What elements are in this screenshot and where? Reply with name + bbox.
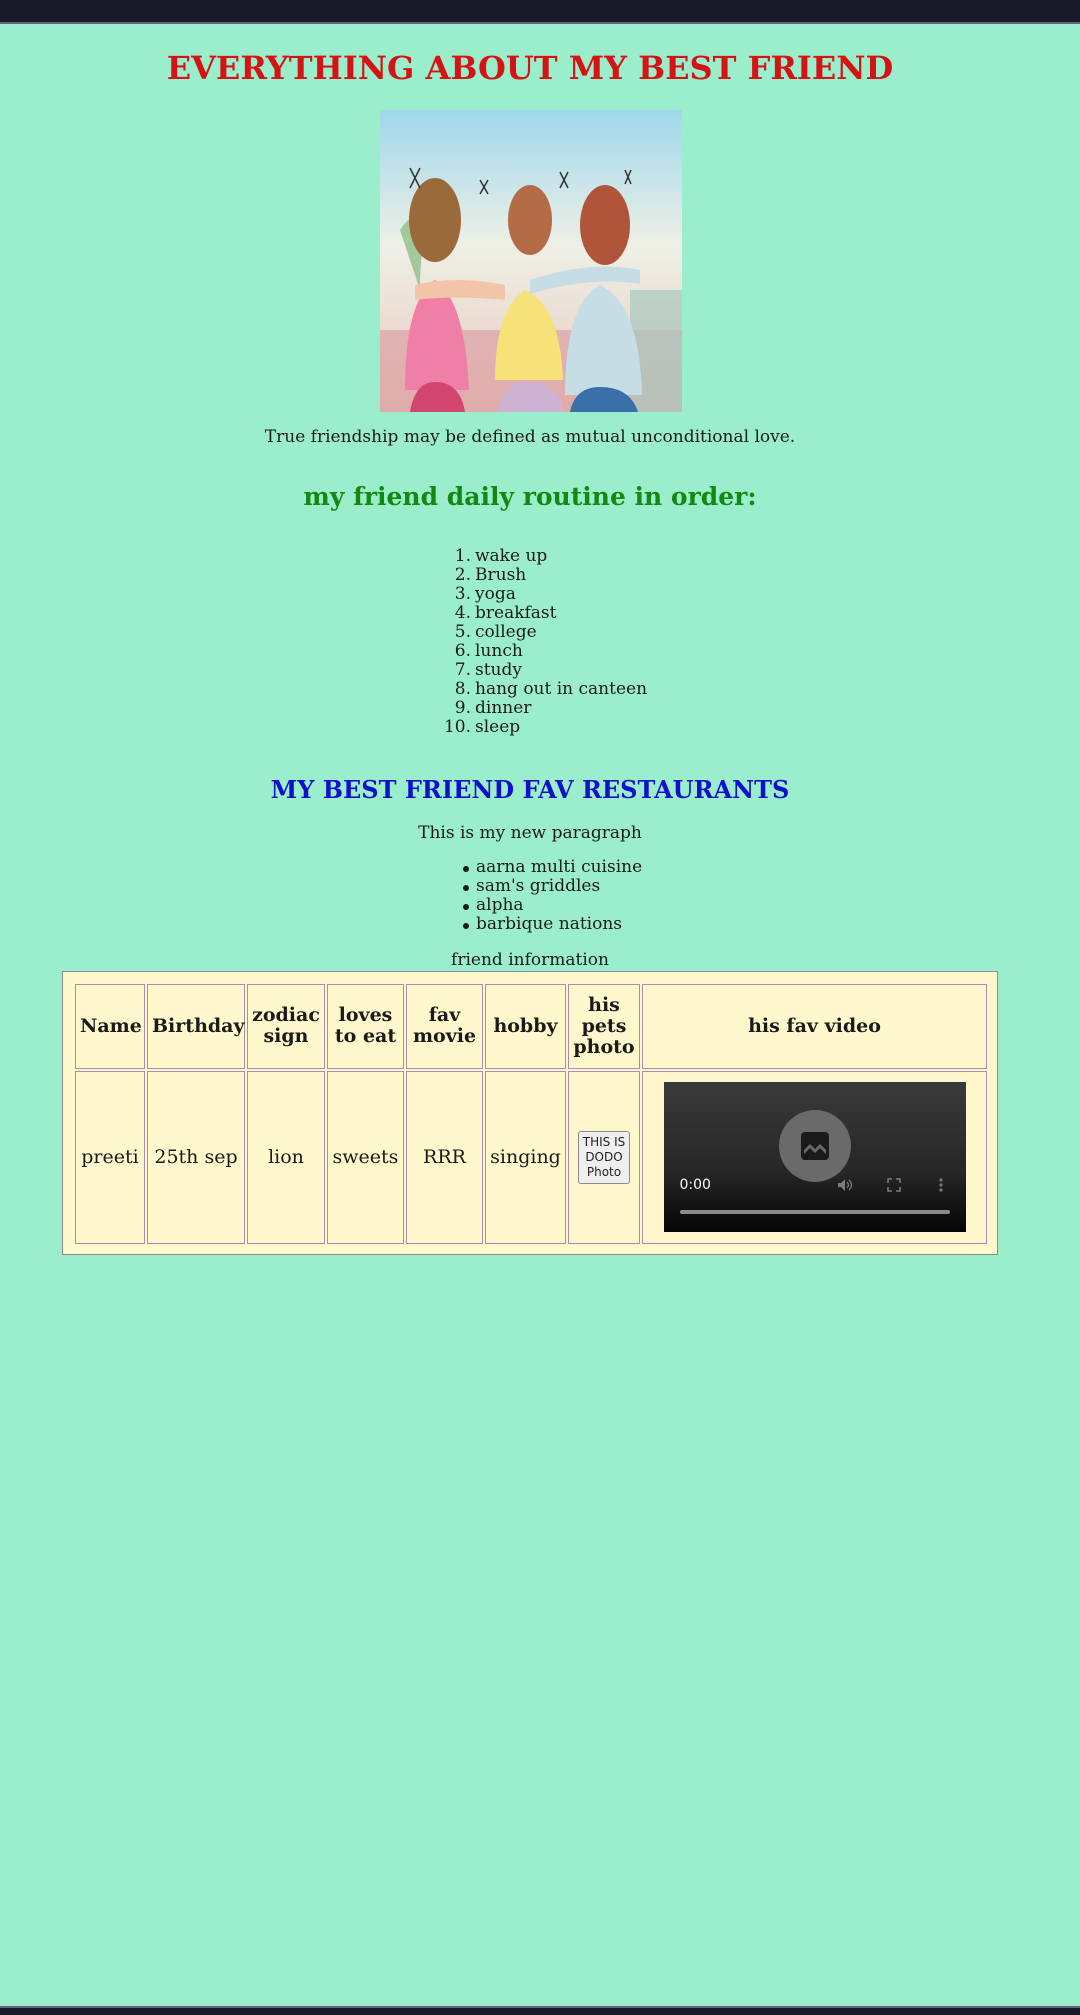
routine-item: 9. dinner — [454, 698, 532, 718]
browser-top-bar — [0, 0, 1080, 24]
restaurant-item: barbique nations — [463, 915, 696, 934]
friends-illustration-image — [380, 110, 682, 412]
restaurant-item: alpha — [463, 896, 696, 915]
cell-hobby: singing — [485, 1070, 566, 1244]
header-fav-movie: fav movie — [406, 984, 483, 1069]
header-pets-photo: his pets photo — [568, 984, 640, 1069]
friendship-caption: True friendship may be defined as mutual… — [264, 427, 796, 447]
routine-heading: my friend daily routine in order: — [303, 482, 757, 511]
restaurants-list: aarna multi cuisine sam's griddles alpha… — [463, 858, 696, 934]
header-fav-video: his fav video — [642, 984, 987, 1069]
browser-bottom-bar — [0, 2006, 1080, 2015]
page-title: EVERYTHING ABOUT MY BEST FRIEND — [166, 49, 894, 87]
routine-item: 3. yoga — [454, 584, 516, 604]
routine-item: 4. breakfast — [454, 603, 557, 623]
friends-illustration-icon — [380, 110, 682, 412]
pet-photo-button[interactable]: THIS IS DODO Photo — [578, 1130, 630, 1184]
cell-birthday: 25th sep — [147, 1070, 245, 1244]
broken-media-icon[interactable] — [778, 1110, 851, 1183]
header-hobby: hobby — [485, 984, 566, 1069]
header-name: Name — [75, 984, 145, 1069]
routine-item: 6. lunch — [454, 641, 523, 661]
video-player[interactable]: 0:00 — [663, 1082, 966, 1233]
header-birthday: Birthday — [147, 984, 245, 1069]
routine-item: 2. Brush — [454, 565, 527, 585]
video-progress-bar[interactable] — [679, 1210, 950, 1215]
table-header-row: Name Birthday zodiac sign loves to eat f… — [75, 984, 987, 1069]
cell-fav-movie: RRR — [406, 1070, 483, 1244]
routine-item: 7. study — [454, 660, 522, 680]
fullscreen-icon[interactable] — [885, 1176, 903, 1194]
video-time: 0:00 — [679, 1177, 711, 1194]
cell-loves-to-eat: sweets — [327, 1070, 404, 1244]
volume-icon[interactable] — [836, 1176, 854, 1194]
friend-info-grid: Name Birthday zodiac sign loves to eat f… — [73, 982, 989, 1246]
cell-zodiac: lion — [247, 1070, 325, 1244]
routine-list: 1. wake up 2. Brush 3. yoga 4. breakfast 5. c… — [443, 546, 695, 737]
routine-item: 1. wake up — [454, 546, 548, 566]
restaurant-item: sam's griddles — [463, 877, 696, 896]
cell-pets-photo: THIS IS DODO Photo — [568, 1070, 640, 1244]
routine-item: 10. sleep — [443, 717, 521, 737]
cell-fav-video: 0:00 — [642, 1070, 987, 1244]
restaurants-heading: MY BEST FRIEND FAV RESTAURANTS — [270, 775, 790, 804]
header-zodiac-sign: zodiac sign — [247, 984, 325, 1069]
header-loves-to-eat: loves to eat — [327, 984, 404, 1069]
restaurant-item: aarna multi cuisine — [463, 858, 696, 877]
friend-info-table: Name Birthday zodiac sign loves to eat f… — [62, 971, 998, 1255]
routine-item: 8. hang out in canteen — [454, 679, 648, 699]
cell-name: preeti — [75, 1070, 145, 1244]
restaurants-paragraph: This is my new paragraph — [418, 823, 642, 843]
table-row: preeti 25th sep lion sweets RRR singing … — [75, 1070, 987, 1244]
table-caption: friend information — [451, 950, 609, 970]
more-options-icon[interactable] — [932, 1176, 950, 1194]
routine-item: 5. college — [454, 622, 537, 642]
